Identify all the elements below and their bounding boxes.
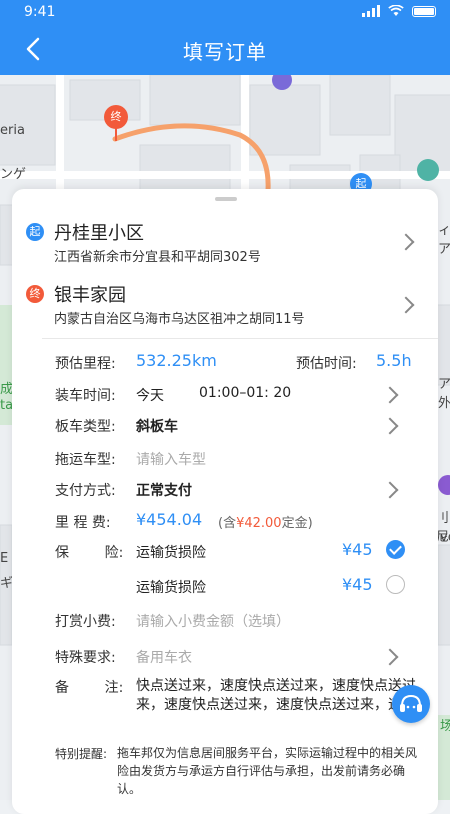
fee-label: 里 程 费: [55,515,111,531]
start-badge: 起 [26,223,44,241]
trailer-type-row[interactable]: 板车类型: 斜板车 [12,409,438,441]
drag-handle[interactable] [215,197,237,201]
special-request-value: 备用车衣 [136,650,192,666]
page-title: 填写订单 [183,40,267,64]
chevron-right-icon [397,296,415,314]
map-label: eria [0,123,25,138]
map-label: 场 [440,719,450,734]
fee-note-prefix: (含 [218,516,237,531]
battery-icon [412,5,436,17]
status-time: 9:41 [24,4,56,20]
insurance-price: ¥45 [342,575,373,594]
trailer-type-label: 板车类型: [55,419,116,435]
insurance-price: ¥45 [342,540,373,559]
chevron-right-icon [381,481,399,499]
map-label: ンゲ [0,167,27,182]
tip-label: 打赏小费: [55,614,116,630]
remark-label: 备 注: [55,680,124,696]
insurance-name: 运输货损险 [136,545,206,561]
divider [42,338,438,339]
mileage-label: 预估里程: [55,356,116,372]
fee-value: ¥454.04 [136,510,203,529]
load-time-label: 装车时间: [55,388,116,404]
time-label: 预估时间: [296,356,357,372]
fee-note-suffix: 定金) [281,516,313,531]
start-address-detail: 江西省新余市分宜县和平胡同302号 [54,250,261,265]
uncheck-circle-icon[interactable] [386,575,405,594]
customer-service-icon [400,694,422,712]
chevron-right-icon [381,648,399,666]
insurance-name: 运输货损险 [136,580,206,596]
restroom-icon [417,159,439,181]
insurance-option-1[interactable]: 运输货损险 ¥45 [12,535,438,563]
end-address-row[interactable]: 终 银丰家园 内蒙古自治区乌海市乌达区祖冲之胡同11号 [26,281,426,331]
order-card: 起 丹桂里小区 江西省新余市分宜县和平胡同302号 终 银丰家园 内蒙古自治区乌… [12,189,438,814]
notice-text: 拖车邦仅为信息居间服务平台，实际运输过程中的相关风险由发货方与承运方自行评估与承… [117,746,418,796]
time-value: 5.5h [376,351,412,370]
tip-input[interactable]: 请输入小费金额（选填） [136,611,290,631]
end-address-detail: 内蒙古自治区乌海市乌达区祖冲之胡同11号 [54,312,305,327]
remark-text[interactable]: 快点送过来，速度快点送过来，速度快点送过来，速度快点送过来，速度快点送过来，速度 [136,677,421,715]
end-marker-label: 终 [104,105,128,129]
load-time-row[interactable]: 装车时间: 今天 01:00–01: 20 [12,377,438,409]
start-address-row[interactable]: 起 丹桂里小区 江西省新余市分宜县和平胡同302号 [26,219,426,269]
special-request-row[interactable]: 特殊要求: 备用车衣 [12,639,438,671]
map-label: E [0,551,9,566]
vehicle-input[interactable]: 请输入车型 [136,449,206,469]
signal-icon [362,5,380,17]
chevron-right-icon [397,233,415,251]
status-bar: 9:41 [0,4,450,22]
insurance-option-2[interactable]: 运输货损险 ¥45 [12,571,438,599]
load-time: 01:00–01: 20 [199,385,292,401]
check-circle-icon[interactable] [386,540,405,559]
fee-note: (含¥42.00定金) [218,512,313,531]
load-day: 今天 [136,388,164,404]
fee-deposit: ¥42.00 [236,516,282,531]
chevron-right-icon [381,417,399,435]
map-label: ア外 [438,377,450,411]
vehicle-label: 拖运车型: [55,452,116,468]
chevron-right-icon [381,386,399,404]
map-label: ィア [438,223,450,257]
end-marker-icon[interactable]: 终 [104,105,128,145]
special-request-label: 特殊要求: [55,650,116,666]
payment-value: 正常支付 [136,483,192,499]
mileage-value: 532.25km [136,351,217,370]
end-badge: 终 [26,285,44,303]
end-address-name: 银丰家园 [54,285,126,306]
payment-row[interactable]: 支付方式: 正常支付 [12,473,438,505]
payment-label: 支付方式: [55,483,116,499]
map-label: 刂尼 [436,511,450,545]
app-header: 9:41 填写订单 [0,0,450,75]
wifi-icon [388,5,404,16]
customer-service-button[interactable] [392,685,430,723]
notice-label: 特别提醒: [55,747,108,761]
trailer-type-value: 斜板车 [136,419,178,435]
start-address-name: 丹桂里小区 [54,223,144,244]
